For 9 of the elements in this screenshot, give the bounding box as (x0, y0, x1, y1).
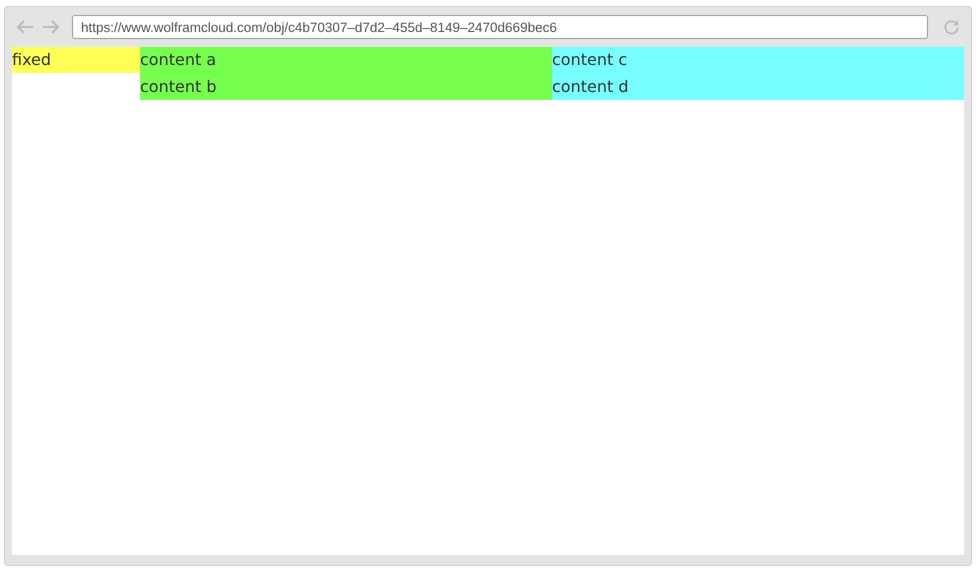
content-cell-text: content d (552, 76, 630, 98)
reload-icon[interactable] (944, 19, 960, 35)
back-arrow-icon[interactable] (16, 20, 34, 34)
content-cell-text: content c (552, 49, 628, 71)
fixed-cell: fixed (12, 47, 140, 73)
content-cell-text: content a (140, 49, 218, 71)
content-cell-text: content b (140, 76, 218, 98)
address-field[interactable]: https://www.wolframcloud.com/obj/c4b70307–d7d2–455d–8149–2470d669bec6 (72, 15, 928, 39)
forward-arrow-icon[interactable] (42, 20, 60, 34)
